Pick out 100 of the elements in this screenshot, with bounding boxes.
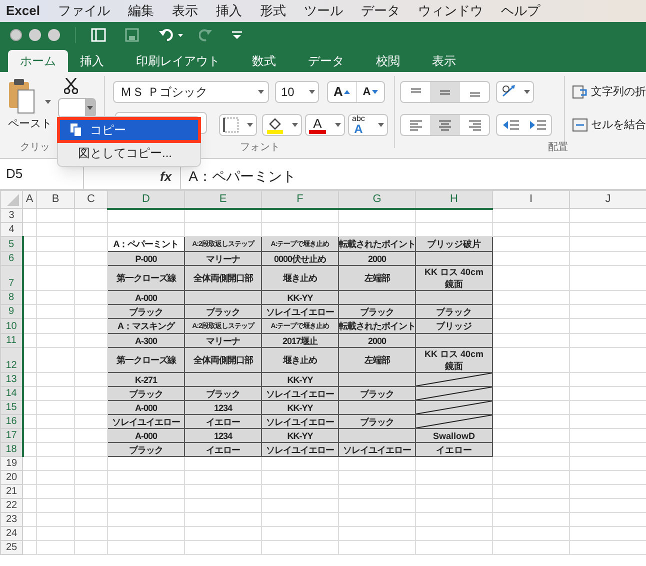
ribbon-tab[interactable]: データ [296,50,356,72]
zoom-window-button[interactable] [48,29,60,41]
merge-cells-button[interactable]: セルを結合 [572,117,646,134]
row-header[interactable]: 5 [0,236,22,252]
column-header[interactable]: G [338,190,416,208]
caret-icon [247,123,253,127]
row-header[interactable]: 23 [0,512,22,526]
row-header[interactable]: 10 [0,318,22,334]
save-icon[interactable] [125,28,139,42]
table-cell: KK-YY [287,402,313,414]
menu-item[interactable]: 表示 [172,1,198,21]
row-header[interactable]: 24 [0,526,22,540]
ribbon-tab[interactable]: 挿入 [68,50,116,72]
row-header[interactable]: 8 [0,290,22,304]
table-cell: 2000 [368,252,386,264]
scissors-icon[interactable] [64,78,78,94]
row-header[interactable]: 15 [0,400,22,414]
row-header[interactable]: 3 [0,208,22,222]
row-header[interactable]: 18 [0,442,22,456]
wrap-text-button[interactable]: 文字列の折 [572,84,646,100]
table-cell: A-000 [134,402,157,414]
column-header[interactable]: A [22,190,36,208]
menu-item[interactable]: 編集 [128,1,154,21]
row-header[interactable]: 4 [0,222,22,236]
table-cell: 第一クローズ線 [116,354,176,366]
close-window-button[interactable] [10,29,22,41]
row-header[interactable]: 9 [0,304,22,318]
menu-item[interactable]: ヘルプ [500,1,540,21]
table-cell: ソレイユイエロー [112,416,180,428]
table-cell: 左端部 [364,272,390,284]
table-cell: 2017堰止 [282,334,318,346]
increase-indent-icon[interactable] [528,119,546,131]
table-cell: ブラック [129,388,163,400]
phonetic-button[interactable]: abc A [348,114,388,136]
column-header[interactable]: F [262,190,338,208]
column-header[interactable]: H [416,190,492,208]
merge-cells-icon [572,118,588,132]
row-header[interactable]: 20 [0,470,22,484]
decrease-indent-icon[interactable] [502,119,520,131]
row-header[interactable]: 11 [0,334,22,348]
group-label: クリッ [20,141,50,155]
row-header[interactable]: 19 [0,456,22,470]
decrease-font-size-button[interactable]: A [356,82,384,102]
paste-button[interactable]: ペースト [8,116,52,132]
app-name[interactable]: Excel [6,1,40,21]
row-header[interactable]: 17 [0,428,22,442]
column-header[interactable]: E [184,190,262,208]
menu-item[interactable]: コピー [60,120,198,140]
table-cell: ソレイユイエロー [266,306,334,318]
increase-font-size-button[interactable]: A [328,82,356,102]
table-cell: 転載されたポイント [339,238,416,250]
caret-icon [87,106,93,110]
row-header[interactable]: 22 [0,498,22,512]
table-cell: 1234 [214,402,232,414]
column-header[interactable]: I [492,190,570,208]
menu-item[interactable]: ツール [304,1,343,21]
column-header[interactable]: D [108,190,184,208]
align-right-icon[interactable] [468,119,482,131]
insert-function-button[interactable]: fx [160,167,172,187]
minimize-window-button[interactable] [29,29,41,41]
align-left-icon[interactable] [408,119,422,131]
sidebar-icon[interactable] [91,28,106,42]
customize-toolbar-icon[interactable] [232,31,242,39]
font-name-field[interactable]: ＭＳ Ｐゴシック [113,81,269,103]
formula-content[interactable]: A：ペパーミント [188,166,296,186]
menu-item[interactable]: 形式 [260,1,286,21]
ribbon-tab[interactable]: 印刷レイアウト [124,50,232,72]
dropdown-arrow-icon[interactable] [45,100,51,104]
table-cell: 堰き止め [283,354,317,366]
row-header[interactable]: 7 [0,266,22,290]
menu-item[interactable]: データ [360,1,400,21]
fill-color-button[interactable] [262,114,302,136]
ribbon-tab[interactable]: 校閲 [364,50,412,72]
row-header[interactable]: 21 [0,484,22,498]
column-header[interactable]: J [570,190,646,208]
row-header[interactable]: 25 [0,540,22,554]
menu-item[interactable]: ウィンドウ [418,1,483,21]
orientation-button[interactable] [496,81,534,103]
row-header[interactable]: 13 [0,372,22,386]
ribbon-tab[interactable]: ホーム [8,50,68,72]
column-header[interactable]: B [36,190,74,208]
clipboard-icon[interactable] [8,78,36,114]
ribbon-tab[interactable]: 表示 [420,50,468,72]
font-size-field[interactable]: 10 [275,81,319,103]
font-color-button[interactable]: A [305,114,345,136]
row-header[interactable]: 14 [0,386,22,400]
row-header[interactable]: 12 [0,348,22,372]
undo-icon[interactable] [158,28,184,42]
table-cell: 全体両側開口部 [193,272,253,284]
caret-icon [378,123,384,127]
row-header[interactable]: 6 [0,252,22,266]
align-center-icon[interactable] [438,119,452,131]
menu-item[interactable]: ファイル [58,1,110,21]
row-header[interactable]: 16 [0,414,22,428]
table-cell: P-000 [135,252,157,264]
table-cell: ブラック [360,416,394,428]
copy-button[interactable] [58,98,96,118]
menu-item[interactable]: 挿入 [216,1,242,21]
ribbon-tab[interactable]: 数式 [240,50,288,72]
borders-button[interactable] [219,114,257,136]
